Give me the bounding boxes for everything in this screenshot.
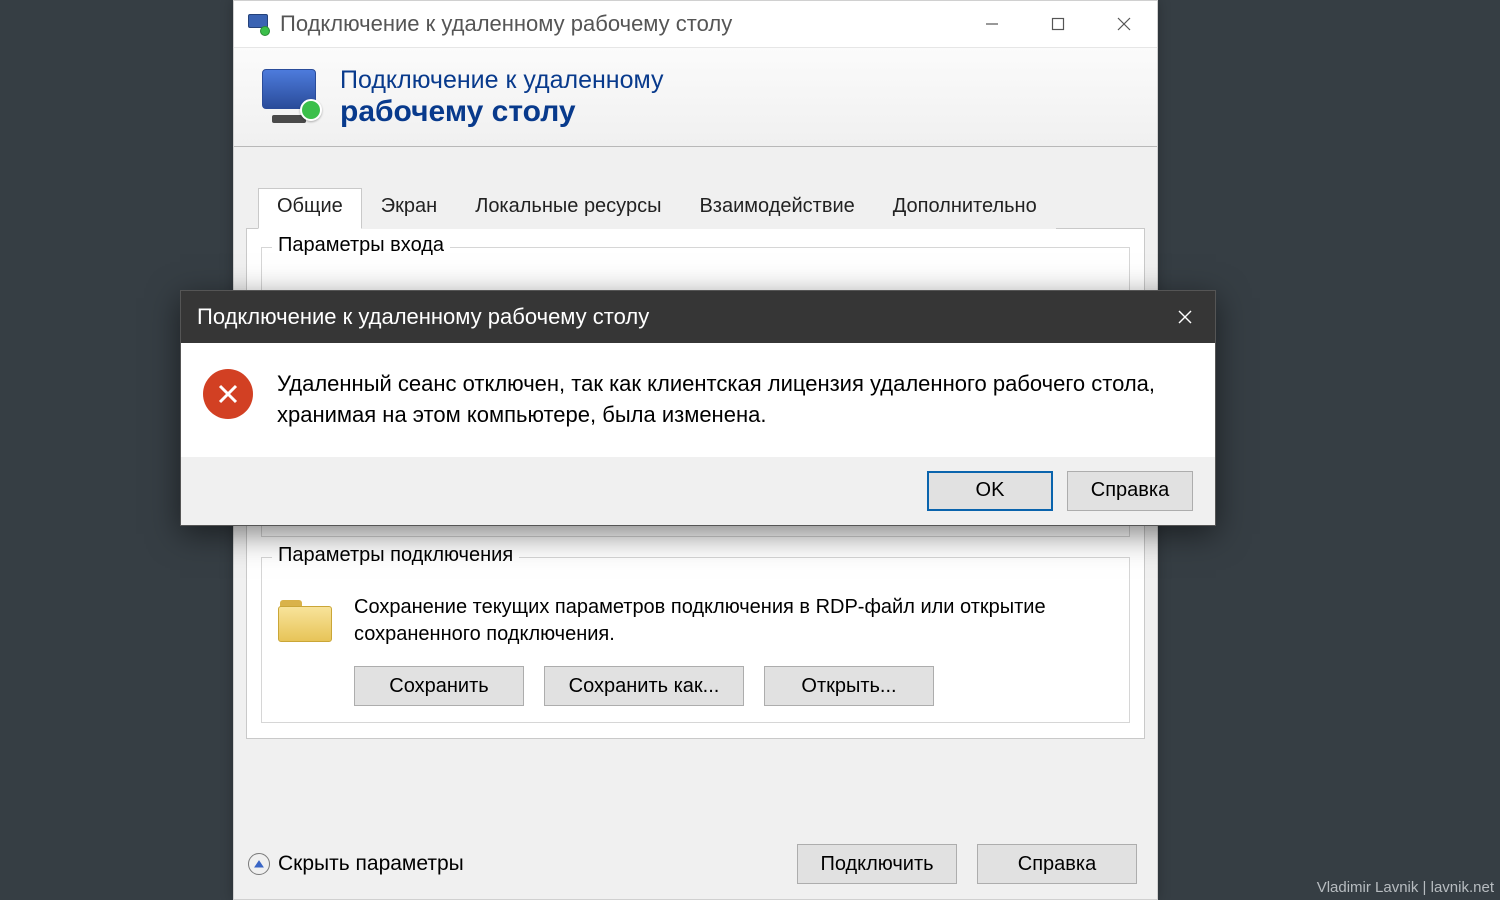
tab-local-res[interactable]: Локальные ресурсы	[456, 188, 680, 229]
tab-experience[interactable]: Взаимодействие	[680, 188, 873, 229]
dialog-close-button[interactable]	[1155, 291, 1215, 343]
banner-line2: рабочему столу	[340, 95, 664, 129]
footer-bar: Скрыть параметры Подключить Справка	[234, 829, 1157, 899]
close-button[interactable]	[1091, 1, 1157, 47]
tab-general[interactable]: Общие	[258, 188, 362, 229]
dialog-help-button[interactable]: Справка	[1067, 471, 1193, 511]
save-as-button[interactable]: Сохранить как...	[544, 666, 744, 706]
tab-advanced[interactable]: Дополнительно	[874, 188, 1056, 229]
titlebar: Подключение к удаленному рабочему столу	[234, 1, 1157, 47]
toggle-options-label: Скрыть параметры	[278, 852, 464, 876]
connect-button[interactable]: Подключить	[797, 844, 957, 884]
dialog-titlebar: Подключение к удаленному рабочему столу	[181, 291, 1215, 343]
watermark: Vladimir Lavnik | lavnik.net	[1317, 879, 1494, 896]
chevron-up-icon	[248, 853, 270, 875]
group-connection-settings: Параметры подключения Сохранение текущих…	[261, 557, 1130, 723]
rdp-app-icon	[246, 12, 270, 36]
maximize-button[interactable]	[1025, 1, 1091, 47]
error-dialog: Подключение к удаленному рабочему столу …	[180, 290, 1216, 526]
group-conn-desc: Сохранение текущих параметров подключени…	[354, 594, 1113, 648]
header-banner: Подключение к удаленному рабочему столу	[234, 47, 1157, 147]
rdp-banner-icon	[258, 67, 326, 127]
open-button[interactable]: Открыть...	[764, 666, 934, 706]
tab-display[interactable]: Экран	[362, 188, 456, 229]
window-title: Подключение к удаленному рабочему столу	[280, 11, 732, 37]
toggle-options-link[interactable]: Скрыть параметры	[248, 852, 464, 876]
dialog-ok-button[interactable]: OK	[927, 471, 1053, 511]
dialog-title: Подключение к удаленному рабочему столу	[197, 304, 649, 330]
group-login-title: Параметры входа	[272, 234, 450, 257]
folder-icon	[278, 594, 334, 642]
group-conn-title: Параметры подключения	[272, 544, 519, 567]
help-button[interactable]: Справка	[977, 844, 1137, 884]
tab-strip: Общие Экран Локальные ресурсы Взаимодейс…	[246, 187, 1145, 229]
dialog-message: Удаленный сеанс отключен, так как клиент…	[277, 369, 1187, 431]
banner-line1: Подключение к удаленному	[340, 66, 664, 95]
error-icon	[203, 369, 253, 419]
save-button[interactable]: Сохранить	[354, 666, 524, 706]
minimize-button[interactable]	[959, 1, 1025, 47]
